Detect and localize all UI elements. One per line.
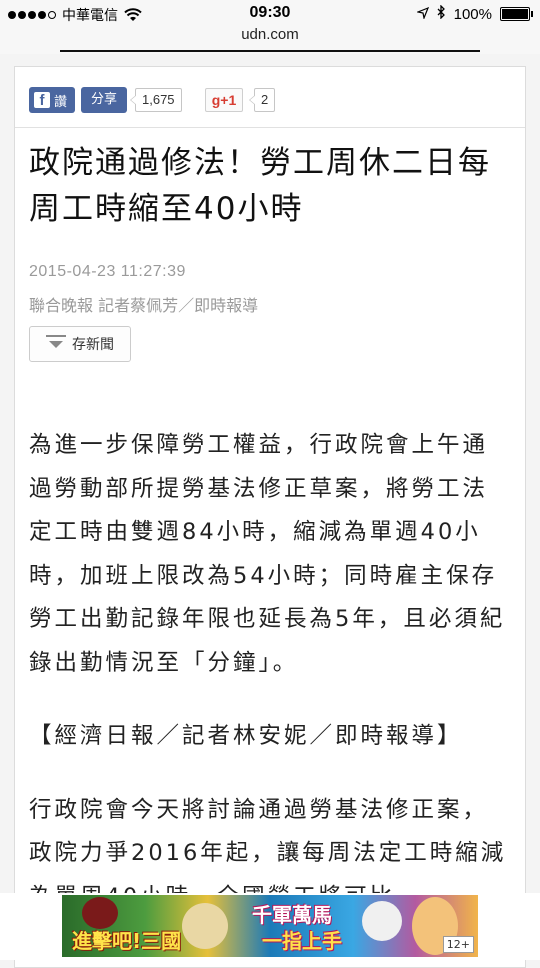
ad-age-rating: 12+ xyxy=(442,936,474,953)
google-plus-label: +1 xyxy=(220,92,237,108)
share-count: 1,675 xyxy=(130,88,182,112)
article-body: 為進一步保障勞工權益，行政院會上午通過勞動部所提勞基法修正草案，將勞工法定工時由… xyxy=(29,424,513,949)
ad-slogan-line2: 一指上手 xyxy=(262,929,342,953)
article-card: f 讚 分享 1,675 g+1 2 政院通過修法！勞工周休二日每周工時縮至40… xyxy=(14,66,526,968)
ad-character-art xyxy=(362,901,402,941)
google-plus-button[interactable]: g+1 xyxy=(205,88,243,112)
article-paragraph: 為進一步保障勞工權益，行政院會上午通過勞動部所提勞基法修正草案，將勞工法定工時由… xyxy=(29,432,506,676)
ad-game-title: 進擊吧!三國 xyxy=(72,929,182,953)
battery-icon xyxy=(500,7,533,21)
article-title: 政院通過修法！勞工周休二日每周工時縮至40小時 xyxy=(29,145,491,227)
status-right: 100% xyxy=(415,4,533,23)
location-arrow-icon xyxy=(415,6,429,23)
google-plus-icon: g xyxy=(211,92,221,108)
article-byline: 聯合晚報 記者蔡佩芳／即時報導 xyxy=(29,296,259,315)
article-paragraph: 【經濟日報／記者林安妮／即時報導】 xyxy=(29,723,463,749)
download-icon xyxy=(46,335,66,353)
ad-banner[interactable]: 進擊吧!三國 千軍萬馬 一指上手 12+ xyxy=(0,893,540,960)
facebook-icon: f xyxy=(34,92,50,109)
page-load-progress xyxy=(60,50,480,52)
save-news-label: 存新聞 xyxy=(72,337,114,353)
share-toolbar: f 讚 分享 1,675 g+1 2 xyxy=(15,67,525,128)
facebook-like-label: 讚 xyxy=(54,94,68,110)
article-date: 2015-04-23 11:27:39 xyxy=(29,263,186,280)
facebook-share-button[interactable]: 分享 xyxy=(81,87,127,113)
battery-percent: 100% xyxy=(453,5,492,23)
url-text[interactable]: udn.com xyxy=(241,26,299,43)
ad-slogan-line1: 千軍萬馬 xyxy=(252,903,332,927)
address-bar[interactable]: udn.com xyxy=(0,26,540,54)
facebook-like-button[interactable]: f 讚 xyxy=(29,87,75,113)
ad-image[interactable]: 進擊吧!三國 千軍萬馬 一指上手 12+ xyxy=(62,895,478,957)
google-plus-count: 2 xyxy=(248,88,276,112)
save-news-button[interactable]: 存新聞 xyxy=(29,326,131,362)
bluetooth-icon xyxy=(437,4,446,23)
ad-character-art xyxy=(182,903,228,949)
